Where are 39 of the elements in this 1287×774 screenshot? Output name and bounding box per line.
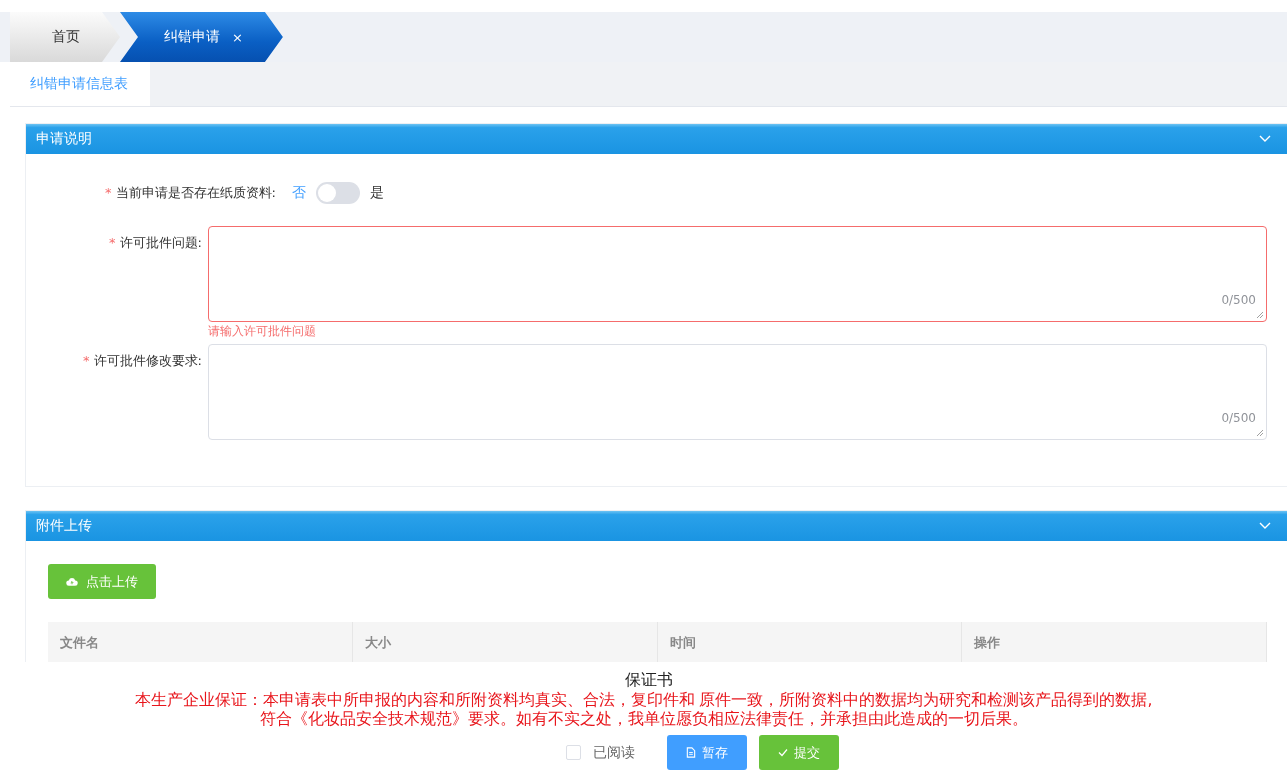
tab-label: 纠错申请: [164, 28, 220, 46]
guarantee-title: 保证书: [624, 670, 673, 691]
save-button[interactable]: 暂存: [667, 735, 747, 770]
upload-button[interactable]: 点击上传: [48, 564, 156, 599]
panel-header[interactable]: 申请说明: [26, 124, 1287, 154]
required-mark: *: [105, 185, 112, 200]
field-label: 许可批件问题:: [119, 235, 202, 250]
text-area[interactable]: 0/500: [208, 226, 1267, 322]
char-counter: 0/500: [1221, 293, 1256, 307]
required-mark: *: [83, 353, 90, 368]
error-message: 请输入许可批件问题: [208, 323, 317, 340]
char-counter: 0/500: [1221, 411, 1256, 425]
guarantee-text: 符合《化妆品安全技术规范》要求。如有不实之处，我单位愿负相应法律责任，并承担由此造成的一切后果。: [259, 710, 1028, 729]
close-icon[interactable]: ×: [232, 29, 243, 45]
submit-button[interactable]: 提交: [759, 735, 839, 770]
panel-title: 附件上传: [36, 517, 92, 535]
chevron-icon[interactable]: [1259, 135, 1271, 143]
check-icon: [778, 747, 788, 758]
guarantee-text: 本生产企业保证：本申请表中所申报的内容和所附资料均真实、合法，复印件和 原件一致，所附资料中的数据均为研究和检测该产品得到的数据,: [134, 691, 1153, 710]
document-icon: [686, 747, 696, 758]
page-tab[interactable]: 首页: [10, 12, 120, 62]
text-area[interactable]: 0/500: [208, 344, 1267, 440]
option-label: 否: [292, 184, 306, 202]
toggle-switch[interactable]: [316, 182, 360, 204]
tab-label: 首页: [52, 28, 80, 46]
chevron-icon[interactable]: [1259, 522, 1271, 530]
read-checkbox[interactable]: 已阅读: [566, 743, 635, 762]
form-tab[interactable]: 纠错申请信息表: [10, 62, 150, 106]
required-mark: *: [109, 235, 116, 250]
checkbox-icon[interactable]: [566, 745, 581, 760]
panel-title: 申请说明: [36, 130, 92, 148]
field-label: 许可批件修改要求:: [93, 353, 202, 368]
field-label: 当前申请是否存在纸质资料:: [115, 185, 276, 200]
page-tab[interactable]: 纠错申请 ×: [120, 12, 283, 62]
cloud-upload-icon: [66, 576, 78, 587]
panel-header[interactable]: 附件上传: [26, 511, 1287, 541]
resize-handle-icon[interactable]: [1256, 429, 1264, 437]
resize-handle-icon[interactable]: [1256, 311, 1264, 319]
option-label: 是: [370, 184, 384, 202]
